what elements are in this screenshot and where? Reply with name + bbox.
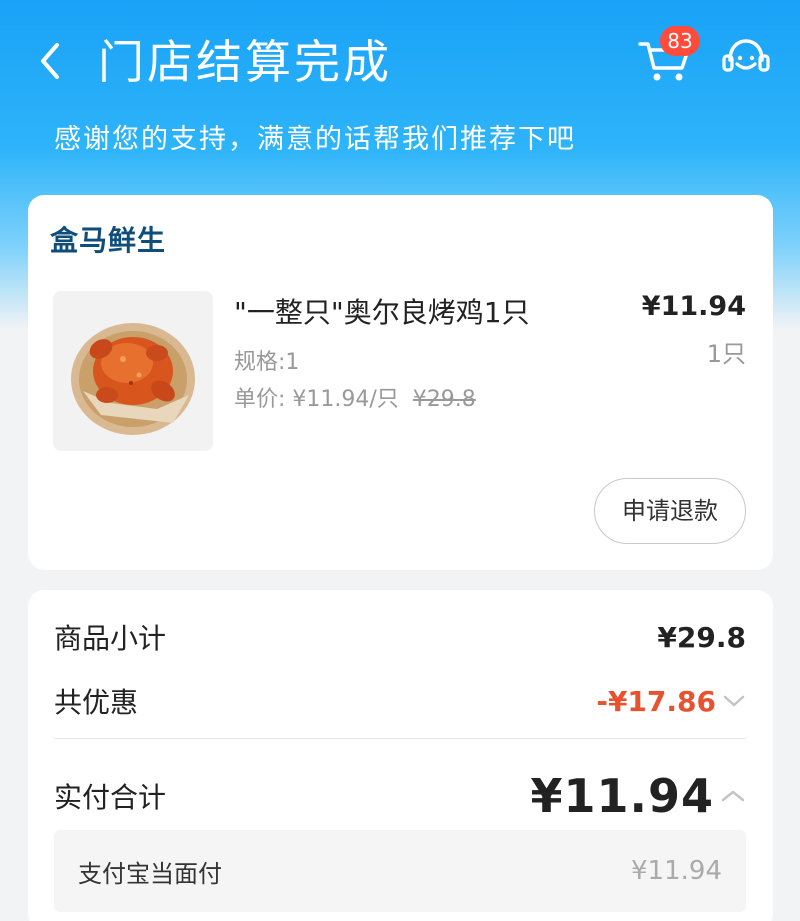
discount-row[interactable]: 共优惠 -¥17.86 [54,678,746,724]
total-value: ¥11.94 [530,769,714,823]
product-image[interactable] [53,291,213,451]
store-name: 盒马鲜生 [50,224,167,257]
subtotal-value: ¥29.8 [657,620,746,654]
original-price: ¥29.8 [412,387,476,412]
customer-service-button[interactable] [720,36,772,82]
divider [54,738,746,739]
payment-method-row: 支付宝当面付 ¥11.94 [54,830,746,912]
page-title: 门店结算完成 [98,35,392,89]
payment-summary-card: 商品小计 ¥29.8 共优惠 -¥17.86 实付合计 ¥11.94 支付宝当面… [28,590,773,921]
product-name: "一整只"奥尔良烤鸡1只 [234,296,530,329]
chevron-down-icon[interactable] [722,693,746,709]
total-row[interactable]: 实付合计 ¥11.94 [54,768,746,824]
thank-you-message: 感谢您的支持，满意的话帮我们推荐下吧 [54,124,576,155]
unit-price-line: 单价: ¥11.94/只 ¥29.8 [234,384,476,416]
total-label: 实付合计 [54,781,167,814]
unit-price: 单价: ¥11.94/只 [234,387,399,412]
discount-value-wrap: -¥17.86 [596,685,746,718]
product-spec: 规格:1 [234,350,300,375]
discount-label: 共优惠 [54,686,139,719]
refund-button[interactable]: 申请退款 [594,478,746,544]
discount-value: -¥17.86 [596,684,716,718]
order-item-card: 盒马鲜生 "一整只"奥尔良烤鸡1只 ¥11.94 1只 规格:1 单价: ¥11… [28,195,773,570]
total-value-wrap: ¥11.94 [530,769,746,823]
chevron-up-icon[interactable] [720,788,746,804]
product-quantity: 1只 [706,340,746,368]
subtotal-label: 商品小计 [54,622,167,655]
subtotal-row: 商品小计 ¥29.8 [54,614,746,660]
payment-method: 支付宝当面付 [78,859,222,888]
product-price: ¥11.94 [641,291,746,322]
cart-count-badge: 83 [660,26,700,56]
roast-chicken-image [71,323,195,435]
customer-service-icon [722,39,770,72]
back-arrow-icon [41,43,59,79]
payment-amount: ¥11.94 [631,856,722,886]
back-button[interactable] [30,38,70,84]
